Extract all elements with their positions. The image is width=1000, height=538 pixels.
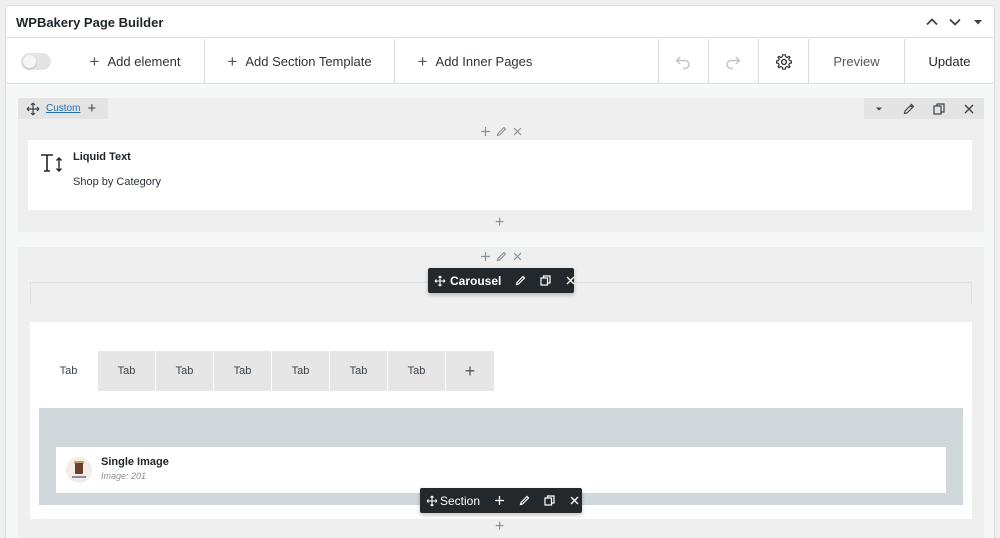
close-icon[interactable] — [568, 494, 581, 507]
row-carousel: Carousel Tab Tab Tab Tab Tab Tab Tab + S… — [18, 247, 984, 538]
move-icon[interactable] — [426, 495, 438, 507]
pencil-icon[interactable] — [495, 250, 508, 263]
carousel-toolbar: Carousel — [428, 268, 577, 293]
add-element-button[interactable]: + Add element — [66, 39, 204, 84]
element-title: Liquid Text — [73, 151, 131, 163]
tab-4[interactable]: Tab — [214, 351, 271, 391]
liquid-text-element[interactable]: Liquid Text Shop by Category — [28, 140, 972, 210]
image-thumbnail — [66, 457, 92, 483]
chevron-down-icon[interactable] — [947, 14, 963, 30]
add-inner-pages-label: Add Inner Pages — [435, 54, 533, 69]
add-section-template-label: Add Section Template — [245, 54, 372, 69]
tab-7[interactable]: Tab — [388, 351, 445, 391]
pencil-icon[interactable] — [514, 274, 527, 287]
pencil-icon[interactable] — [518, 494, 531, 507]
update-button[interactable]: Update — [905, 39, 994, 84]
element-subtitle: Shop by Category — [73, 176, 162, 188]
add-element-label: Add element — [107, 54, 181, 69]
image-element-subtitle: Image: 201 — [101, 471, 147, 481]
close-icon[interactable] — [564, 274, 577, 287]
jar-body — [75, 463, 83, 474]
toggle-knob — [23, 55, 36, 68]
add-tab-button[interactable]: + — [446, 351, 494, 391]
toolbar-divider — [658, 39, 659, 84]
add-column-icon[interactable]: + — [87, 101, 96, 116]
toolbar-divider — [758, 39, 759, 84]
panel-title: WPBakery Page Builder — [16, 15, 164, 30]
pencil-icon[interactable] — [495, 125, 508, 138]
close-icon[interactable] — [511, 125, 524, 138]
section-label: Section — [440, 493, 481, 508]
tab-6[interactable]: Tab — [330, 351, 387, 391]
preview-button[interactable]: Preview — [809, 39, 904, 84]
row-label-link[interactable]: Custom — [46, 103, 80, 114]
undo-icon[interactable] — [674, 53, 692, 71]
add-section-template-button[interactable]: + Add Section Template — [205, 39, 394, 84]
row-controls — [864, 98, 984, 119]
plus-icon[interactable] — [479, 125, 492, 138]
add-element-below-icon[interactable]: + — [495, 215, 504, 231]
single-image-element[interactable]: Single Image Image: 201 — [56, 447, 946, 493]
builder-toggle[interactable] — [21, 53, 51, 70]
page-builder-panel: WPBakery Page Builder + Add element + Ad… — [5, 5, 995, 538]
section-toolbar: Section — [420, 488, 582, 513]
plus-icon[interactable] — [493, 494, 506, 507]
add-inner-pages-button[interactable]: + Add Inner Pages — [395, 39, 555, 84]
chevron-up-icon[interactable] — [924, 14, 940, 30]
plus-icon: + — [227, 52, 238, 71]
row-custom: Custom + Liquid Text Shop by Category + — [18, 98, 984, 232]
text-size-icon — [40, 152, 66, 174]
dropdown-arrow-icon[interactable] — [872, 102, 886, 116]
add-element-below-icon[interactable]: + — [495, 519, 504, 535]
column-controls — [479, 250, 524, 264]
tab-bar: Tab Tab Tab Tab Tab Tab Tab + — [40, 351, 495, 391]
close-icon[interactable] — [962, 102, 976, 116]
clone-icon[interactable] — [539, 274, 552, 287]
clone-icon[interactable] — [932, 102, 946, 116]
builder-canvas: Custom + Liquid Text Shop by Category + … — [6, 85, 994, 538]
toolbar-divider — [708, 39, 709, 84]
thumb-caption — [72, 476, 86, 478]
row-tab: Custom + — [18, 98, 108, 119]
plus-icon: + — [89, 52, 100, 71]
close-icon[interactable] — [511, 250, 524, 263]
builder-toolbar: + Add element + Add Section Template + A… — [6, 39, 994, 84]
panel-header: WPBakery Page Builder — [6, 6, 994, 38]
move-icon[interactable] — [26, 102, 40, 116]
plus-icon[interactable] — [479, 250, 492, 263]
carousel-label: Carousel — [450, 273, 502, 288]
clone-icon[interactable] — [543, 494, 556, 507]
tab-1[interactable]: Tab — [40, 351, 97, 391]
tab-3[interactable]: Tab — [156, 351, 213, 391]
redo-icon[interactable] — [724, 53, 742, 71]
tab-5[interactable]: Tab — [272, 351, 329, 391]
image-element-title: Single Image — [101, 456, 169, 468]
gear-icon[interactable] — [775, 53, 793, 71]
move-icon[interactable] — [434, 275, 446, 287]
collapse-arrow-icon[interactable] — [970, 14, 986, 30]
pencil-icon[interactable] — [902, 102, 916, 116]
plus-icon: + — [417, 52, 428, 71]
tab-2[interactable]: Tab — [98, 351, 155, 391]
column-controls — [479, 125, 524, 139]
